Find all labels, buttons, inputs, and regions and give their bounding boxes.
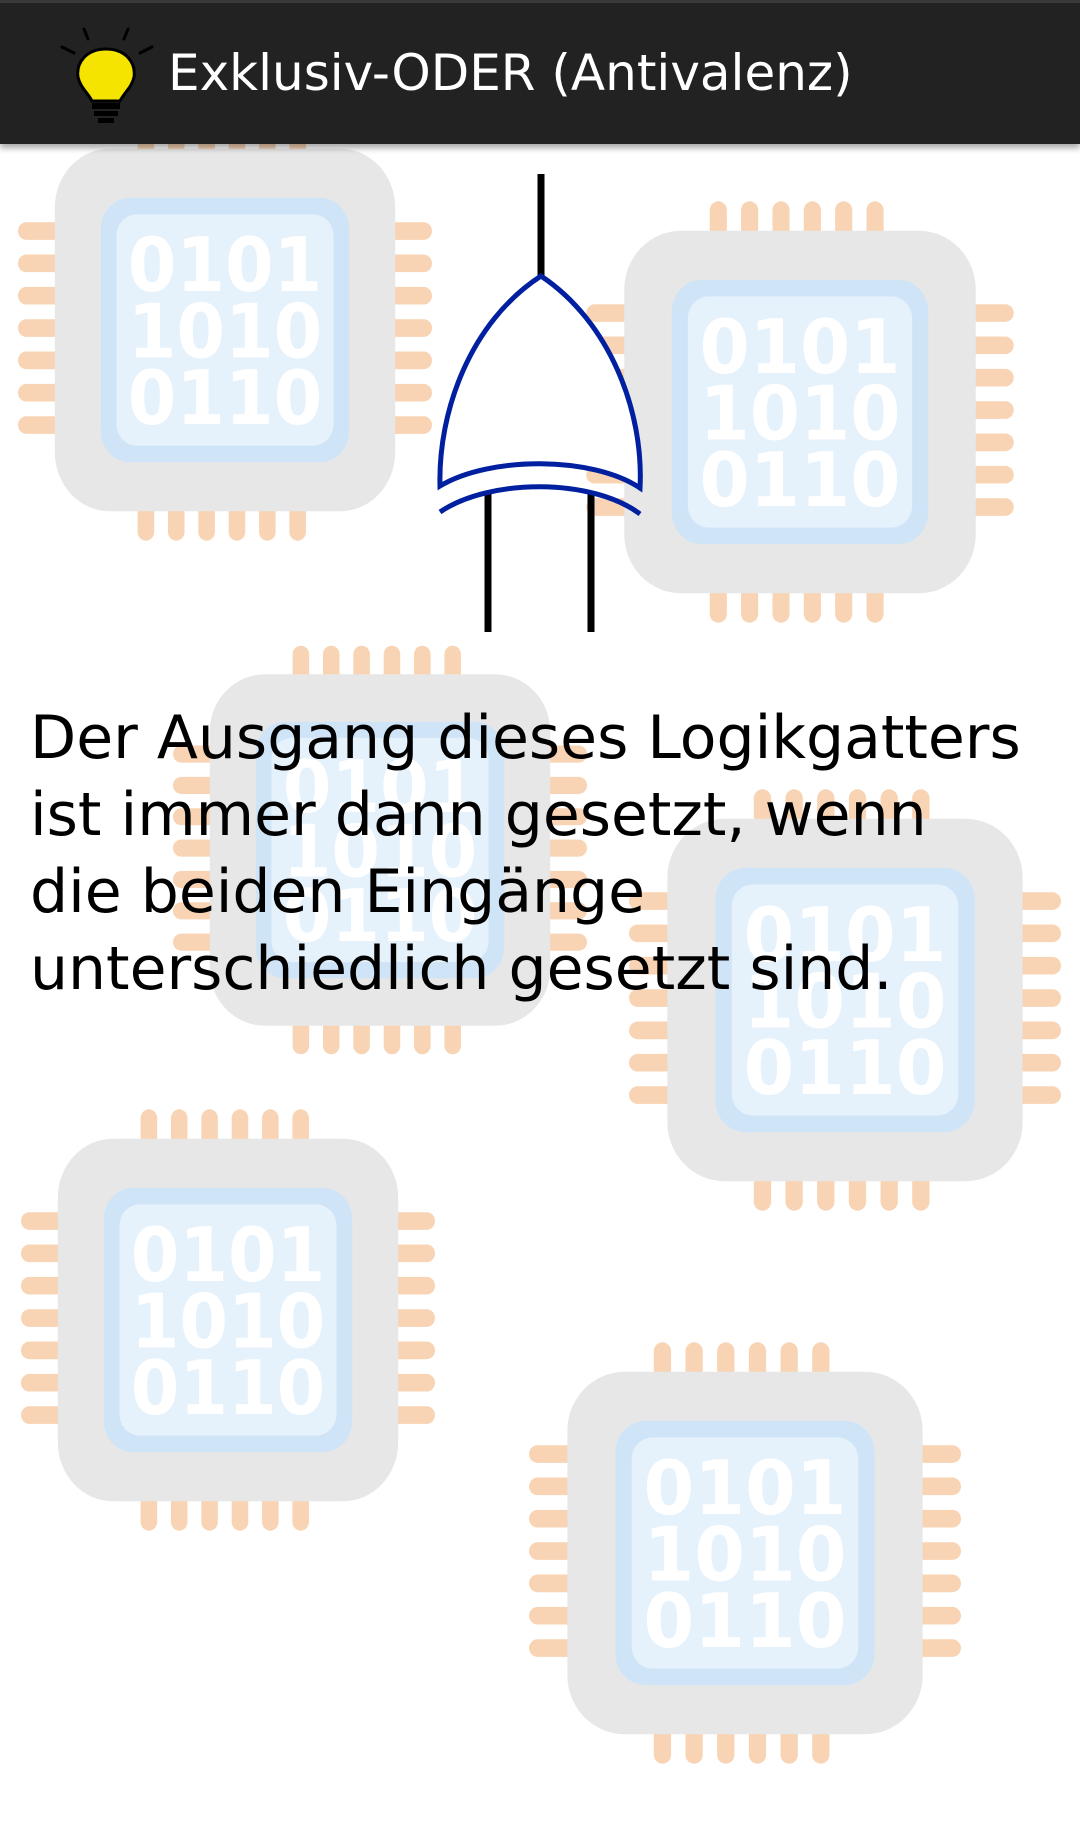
gate-description: Der Ausgang dieses Logikgatters ist imme… — [30, 703, 1021, 1004]
xor-gate-icon — [437, 174, 643, 632]
app-title: Exklusiv-ODER (Antivalenz) — [168, 44, 853, 102]
lightbulb-icon[interactable] — [54, 25, 164, 125]
microchip-icon — [17, 144, 432, 541]
microchip-icon — [20, 1109, 435, 1531]
action-bar: Exklusiv-ODER (Antivalenz) — [0, 0, 1080, 144]
screen: 0101 1010 0110 Exklusiv-ODE — [0, 0, 1080, 1846]
microchip-icon — [529, 1342, 961, 1764]
